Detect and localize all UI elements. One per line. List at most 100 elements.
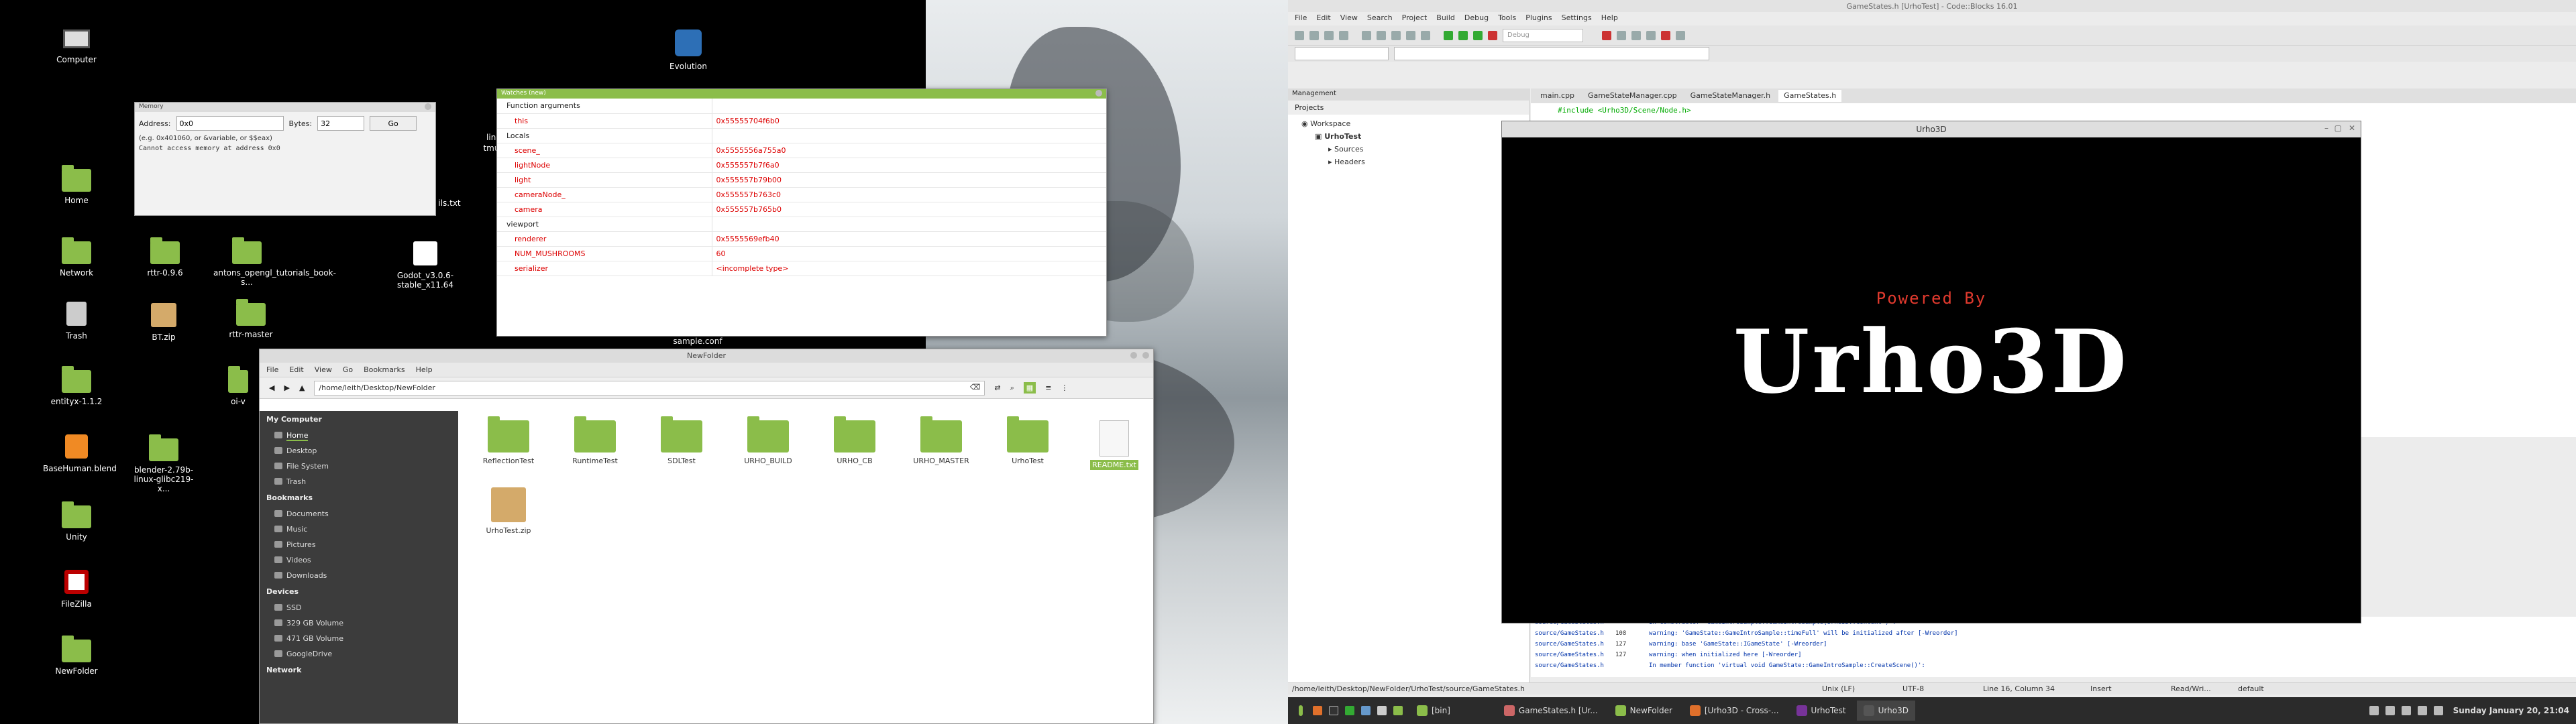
redo-icon[interactable]	[1377, 30, 1386, 40]
desktop-icon-godot[interactable]: Godot_v3.0.6-stable_x11.64	[392, 241, 459, 290]
menu-item[interactable]: Tools	[1498, 13, 1516, 24]
sidebar-item[interactable]: Documents	[260, 506, 458, 522]
sidebar-item[interactable]: Videos	[260, 552, 458, 568]
desktop-icon-filezilla[interactable]: FileZilla	[43, 570, 110, 609]
sidebar-item[interactable]: Desktop	[260, 443, 458, 459]
tree-headers[interactable]: ▸ Headers	[1301, 156, 1515, 168]
desktop-icon-newfolder[interactable]: NewFolder	[43, 636, 110, 676]
watch-row[interactable]: light 0x555557b79b00	[497, 172, 1106, 188]
sidebar-item[interactable]: File System	[260, 459, 458, 474]
watch-row[interactable]: viewport	[497, 217, 1106, 232]
watch-row[interactable]: Function arguments	[497, 99, 1106, 114]
watch-row[interactable]: NUM_MUSHROOMS 60	[497, 246, 1106, 261]
debug-icon[interactable]	[1602, 30, 1611, 40]
sidebar-item[interactable]: Music	[260, 522, 458, 537]
copy-icon[interactable]	[1406, 30, 1415, 40]
file-item[interactable]: URHO_CB	[818, 416, 892, 465]
minimize-icon[interactable]: –	[2324, 123, 2328, 133]
file-item[interactable]: RuntimeTest	[558, 416, 632, 465]
file-item[interactable]: URHO_BUILD	[731, 416, 805, 465]
editor-tab[interactable]: GameStateManager.cpp	[1582, 90, 1682, 102]
desktop-icon-trash[interactable]: Trash	[43, 302, 110, 341]
taskbar-app-urhotest[interactable]: UrhoTest	[1790, 701, 1853, 721]
tree-sources[interactable]: ▸ Sources	[1301, 143, 1515, 156]
system-monitor-icon[interactable]	[1345, 706, 1354, 715]
watch-row[interactable]: scene_ 0x5555556a755a0	[497, 143, 1106, 158]
menu-item[interactable]: Project	[1402, 13, 1428, 24]
watch-row[interactable]: lightNode 0x555557b7f6a0	[497, 158, 1106, 173]
save-icon[interactable]	[1324, 30, 1334, 40]
editor-tab[interactable]: GameStates.h	[1778, 90, 1842, 102]
desktop-icon-blender[interactable]: blender-2.79b-linux-glibc219-x...	[130, 434, 197, 493]
watch-row[interactable]: Locals	[497, 128, 1106, 143]
list-view-icon[interactable]: ≡	[1045, 383, 1051, 392]
undo-icon[interactable]	[1362, 30, 1371, 40]
taskbar-app-urho3d[interactable]: Urho3D	[1856, 701, 1915, 721]
files-icon[interactable]	[1393, 706, 1403, 715]
menu-item[interactable]: Settings	[1562, 13, 1592, 24]
battery-icon[interactable]	[2433, 706, 2443, 715]
sidebar-item[interactable]: Downloads	[260, 568, 458, 583]
function-select[interactable]	[1394, 47, 1709, 60]
clear-location-icon[interactable]: ⌫	[970, 383, 981, 391]
sidebar-item[interactable]: Home	[260, 428, 458, 443]
menu-item[interactable]: View	[1340, 13, 1358, 24]
file-item[interactable]: UrhoTest	[991, 416, 1065, 465]
menu-item[interactable]: Search	[1367, 13, 1393, 24]
taskbar-bin[interactable]: [bin]	[1410, 701, 1457, 721]
desktop-icon-rttr[interactable]: rttr-0.9.6	[131, 237, 199, 278]
step-icon[interactable]	[1617, 30, 1626, 40]
new-file-icon[interactable]	[1295, 30, 1304, 40]
log-line[interactable]: source/GameStates.h 108 warning: 'GameStat…	[1535, 630, 2572, 641]
desktop-icon-oiv[interactable]: oi-v	[221, 366, 255, 406]
menu-item[interactable]: Help	[1601, 13, 1618, 24]
maximize-icon[interactable]: ▢	[2334, 123, 2342, 133]
abort-icon[interactable]	[1488, 30, 1497, 40]
desktop-icon-antons[interactable]: antons_opengl_tutorials_book-s...	[213, 237, 336, 287]
desktop-icon-sample[interactable]: sample.conf	[671, 337, 724, 346]
sidebar-section-title[interactable]: Network	[260, 662, 458, 678]
clock[interactable]: Sunday January 20, 21:04	[2453, 706, 2569, 715]
search-icon[interactable]: ⌕	[1010, 383, 1014, 393]
bytes-select[interactable]	[317, 116, 365, 131]
file-item[interactable]: URHO_MASTER	[904, 416, 978, 465]
sidebar-item[interactable]: 471 GB Volume	[260, 631, 458, 646]
bluetooth-icon[interactable]	[2401, 706, 2411, 715]
file-item[interactable]: SDLTest	[645, 416, 718, 465]
watch-row[interactable]: camera 0x555557b765b0	[497, 202, 1106, 217]
menu-bookmarks[interactable]: Bookmarks	[364, 365, 405, 374]
menu-item[interactable]: File	[1295, 13, 1307, 24]
memory-window-titlebar[interactable]: Memory	[135, 103, 435, 112]
cut-icon[interactable]	[1391, 30, 1401, 40]
firefox-icon[interactable]	[1313, 706, 1322, 715]
terminal-icon[interactable]	[1329, 706, 1338, 715]
run-icon[interactable]	[1458, 30, 1468, 40]
menu-help[interactable]: Help	[416, 365, 433, 374]
urho3d-titlebar[interactable]: Urho3D – ▢ ✕	[1502, 121, 2361, 137]
file-item[interactable]: README.txt	[1077, 420, 1151, 470]
desktop-icon-btzip[interactable]: BT.zip	[130, 303, 197, 342]
minimize-icon[interactable]	[1130, 352, 1137, 359]
sidebar-item[interactable]: 329 GB Volume	[260, 615, 458, 631]
sidebar-section-title[interactable]: My Computer	[260, 411, 458, 428]
sidebar-section-title[interactable]: Bookmarks	[260, 489, 458, 506]
save-all-icon[interactable]	[1339, 30, 1348, 40]
taskbar-app-urho-cross[interactable]: [Urho3D - Cross-...	[1683, 701, 1786, 721]
menu-view[interactable]: View	[315, 365, 332, 374]
menu-go[interactable]: Go	[343, 365, 353, 374]
location-bar[interactable]: /home/leith/Desktop/NewFolder ⌫	[314, 380, 985, 396]
desktop-icon-rttr-master[interactable]: rttr-master	[217, 299, 284, 339]
address-input[interactable]	[176, 116, 284, 131]
close-icon[interactable]	[425, 103, 431, 110]
sidebar-item[interactable]: GoogleDrive	[260, 646, 458, 662]
sidebar-item[interactable]: SSD	[260, 600, 458, 615]
compact-view-icon[interactable]: ⋮	[1061, 383, 1068, 392]
file-item[interactable]: UrhoTest.zip	[472, 487, 545, 535]
menu-file[interactable]: File	[266, 365, 278, 374]
debug-windows-icon[interactable]	[1676, 30, 1685, 40]
stop-debug-icon[interactable]	[1661, 30, 1670, 40]
up-icon[interactable]: ▲	[299, 383, 305, 392]
close-icon[interactable]: ✕	[2349, 123, 2355, 133]
desktop-icon-home[interactable]: Home	[43, 165, 110, 205]
open-icon[interactable]	[1309, 30, 1319, 40]
